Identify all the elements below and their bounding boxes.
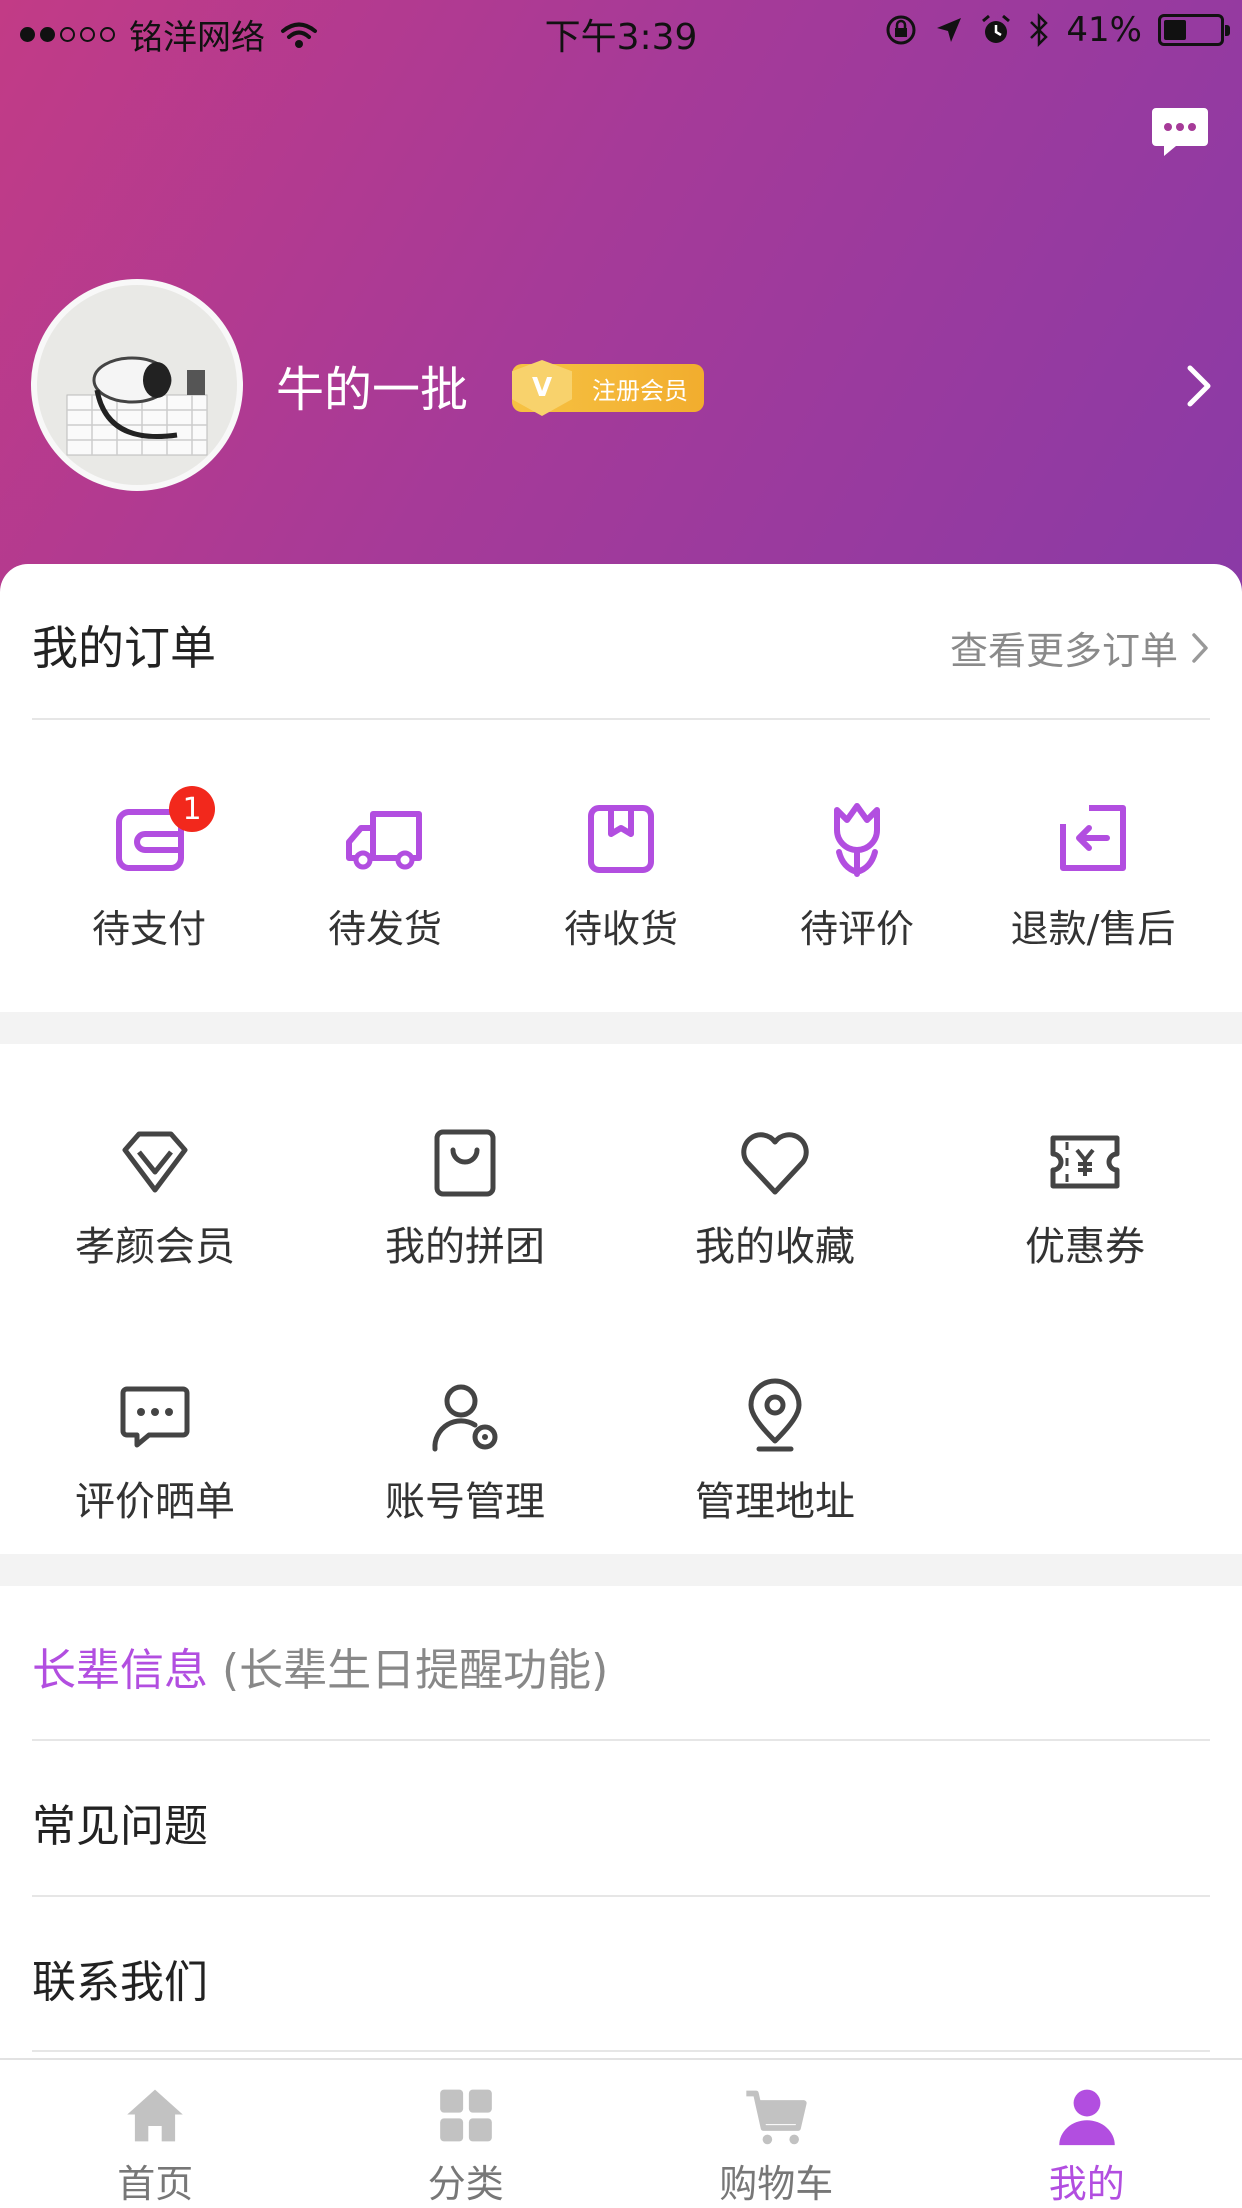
package-icon <box>588 805 654 873</box>
flower-icon <box>834 803 880 877</box>
service-label: 我的收藏 <box>695 1224 855 1270</box>
order-item-label: 待评价 <box>799 907 914 951</box>
service-membership[interactable]: 孝颜会员 <box>0 1120 310 1272</box>
order-item-label: 待发货 <box>327 907 442 951</box>
tab-mine[interactable]: 我的 <box>932 2060 1242 2208</box>
service-label: 评价晒单 <box>75 1479 235 1525</box>
service-favorites[interactable]: 我的收藏 <box>620 1120 930 1272</box>
user-settings-icon <box>432 1384 498 1452</box>
order-pending-shipment[interactable]: 待发货 <box>267 790 503 953</box>
service-account[interactable]: 账号管理 <box>310 1375 620 1527</box>
elder-info-row[interactable]: 长辈信息 (长辈生日提醒功能) <box>32 1634 1210 1698</box>
divider <box>32 1739 1210 1741</box>
comment-icon <box>120 1386 190 1448</box>
service-label: 孝颜会员 <box>75 1224 235 1270</box>
divider <box>32 718 1210 720</box>
section-separator <box>0 1012 1242 1044</box>
tab-cart[interactable]: 购物车 <box>621 2060 932 2208</box>
faq-row[interactable]: 常见问题 <box>32 1790 1210 1854</box>
order-refund-aftersale[interactable]: 退款/售后 <box>975 790 1211 953</box>
order-item-label: 退款/售后 <box>1010 907 1176 951</box>
cart-icon <box>746 2090 807 2145</box>
more-orders-label: 查看更多订单 <box>949 629 1178 673</box>
pending-payment-badge: 1 <box>169 786 215 832</box>
avatar-photo <box>37 285 237 485</box>
bag-icon <box>434 1129 496 1197</box>
contact-row[interactable]: 联系我们 <box>32 1946 1210 2010</box>
coupon-icon <box>1050 1135 1120 1189</box>
elder-info-subtitle: (长辈生日提醒功能) <box>222 1645 609 1696</box>
status-bar: 铭洋网络 下午3:39 41% <box>0 0 1242 62</box>
rotation-lock-icon <box>886 15 916 45</box>
service-label: 我的拼团 <box>385 1224 545 1270</box>
location-icon <box>748 1378 802 1452</box>
tab-label: 分类 <box>427 2162 504 2206</box>
location-arrow-icon <box>937 18 962 42</box>
tab-label: 首页 <box>117 2162 194 2206</box>
service-reviews[interactable]: 评价晒单 <box>0 1375 310 1527</box>
battery-icon <box>1158 14 1230 46</box>
chevron-right-icon <box>1192 632 1208 663</box>
user-name[interactable]: 牛的一批 <box>276 350 468 420</box>
member-label: 注册会员 <box>592 376 688 405</box>
order-pending-payment[interactable]: 1 待支付 <box>31 786 267 953</box>
service-label: 优惠券 <box>1025 1224 1145 1270</box>
heart-icon <box>741 1132 809 1195</box>
service-address[interactable]: 管理地址 <box>620 1375 930 1527</box>
bluetooth-icon <box>1030 12 1049 48</box>
tab-home[interactable]: 首页 <box>0 2060 311 2208</box>
order-item-label: 待收货 <box>563 907 678 951</box>
tab-label: 购物车 <box>719 2162 834 2206</box>
divider <box>32 1895 1210 1897</box>
person-icon <box>1058 2089 1115 2146</box>
home-icon <box>127 2089 184 2142</box>
orders-title: 我的订单 <box>32 621 216 675</box>
order-pending-review[interactable]: 待评价 <box>739 790 975 953</box>
order-pending-receipt[interactable]: 待收货 <box>503 790 739 953</box>
tab-label: 我的 <box>1048 2162 1125 2206</box>
tab-category[interactable]: 分类 <box>311 2060 622 2208</box>
avatar[interactable] <box>31 279 243 491</box>
battery-percent: 41% <box>1066 10 1142 50</box>
section-separator <box>0 1554 1242 1586</box>
return-icon <box>1060 805 1126 871</box>
diamond-icon <box>122 1131 188 1193</box>
tab-bar: 首页 分类 购物车 我的 <box>0 2058 1242 2208</box>
chevron-right-icon[interactable] <box>1184 362 1214 410</box>
service-group-buy[interactable]: 我的拼团 <box>310 1120 620 1272</box>
service-coupons[interactable]: 优惠券 <box>930 1120 1240 1272</box>
member-badge[interactable]: V 注册会员 <box>512 360 704 416</box>
truck-icon <box>346 811 422 870</box>
service-label: 管理地址 <box>695 1479 855 1525</box>
grid-icon <box>439 2089 492 2142</box>
divider <box>32 2050 1210 2052</box>
alarm-icon <box>982 14 1011 43</box>
member-v-icon: V <box>512 360 572 416</box>
service-label: 账号管理 <box>385 1479 545 1525</box>
order-status-row: 1 待支付 待发货 待收货 待评价 退款/售后 <box>0 786 1242 953</box>
more-orders-link[interactable]: 查看更多订单 <box>950 620 1210 675</box>
elder-info-title: 长辈信息 <box>32 1645 208 1696</box>
message-icon[interactable] <box>1148 100 1212 164</box>
order-item-label: 待支付 <box>91 907 206 951</box>
